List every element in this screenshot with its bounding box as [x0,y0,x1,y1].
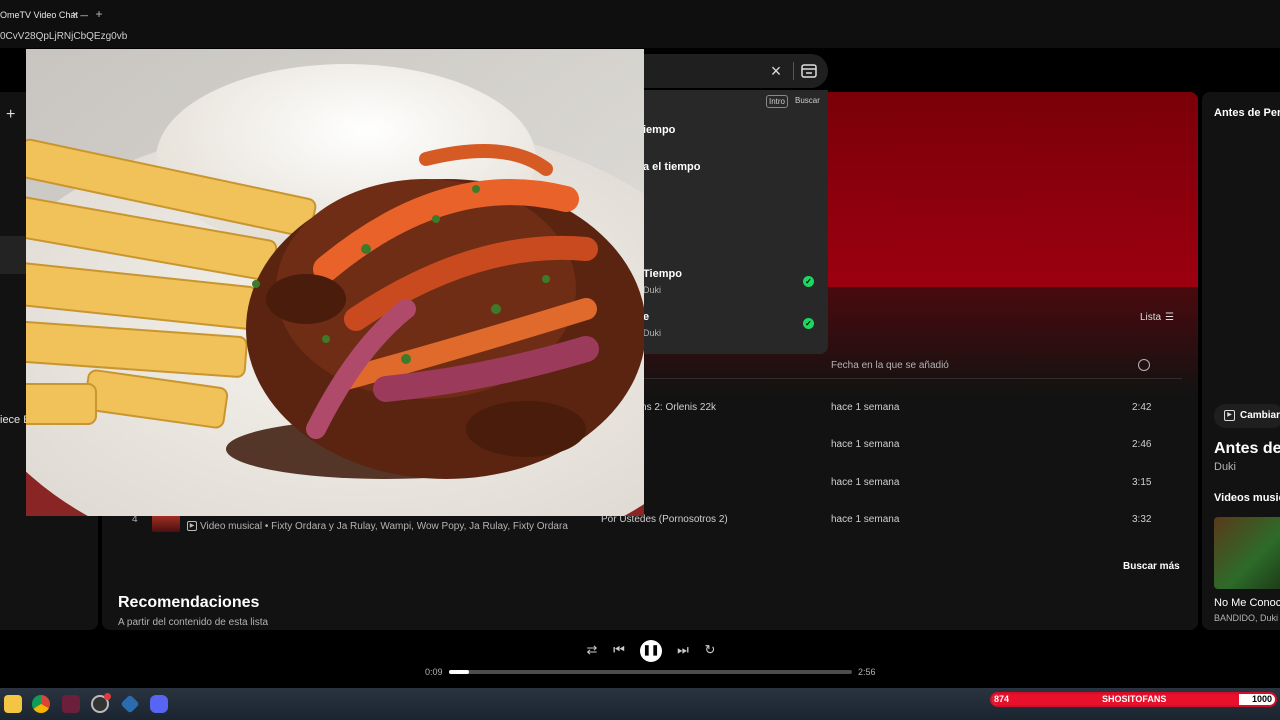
track-duration: 3:32 [1132,514,1152,525]
track-artists[interactable]: Video musical • Fixty Ordara y Ja Rulay,… [200,521,568,532]
search-result[interactable]: a el tiempo [643,161,700,173]
browse-icon[interactable] [800,62,818,80]
search-result-artist[interactable]: Duki [643,285,661,295]
track-duration: 2:42 [1132,402,1152,413]
player-bar [0,630,1280,688]
panel-title: Antes de Perd [1214,107,1280,119]
tab-close-icon[interactable]: × [72,4,78,26]
discord-icon[interactable] [150,695,168,713]
video-icon: ▶ [187,521,197,531]
switch-label[interactable]: Cambiar a [1240,410,1280,421]
video-title[interactable]: No Me Conoce [1214,597,1280,609]
track-duration: 2:46 [1132,439,1152,450]
search-result[interactable]: iempo [643,124,675,136]
video-artists[interactable]: BANDIDO, Duki [1214,613,1278,623]
track-date: hace 1 semana [831,514,900,525]
chrome-icon[interactable] [32,695,50,713]
current-time: 0:09 [425,667,443,677]
view-mode-button[interactable]: Lista [1140,312,1161,323]
previous-icon[interactable]: ⏮ [611,642,627,658]
goal-current: 874 [994,694,1010,704]
app-icon[interactable] [62,695,80,713]
recommendations-title: Recomendaciones [118,594,260,611]
video-icon[interactable]: ▶ [1224,410,1235,421]
search-result-artist[interactable]: Duki [643,328,661,338]
new-tab-button[interactable]: + [92,7,106,21]
goal-target: 1000 [1252,694,1273,704]
address-text[interactable]: 0CvV28QpLjRNjCbQEzg0vb [0,31,127,42]
find-more-button[interactable]: Buscar más [1123,561,1180,572]
repeat-icon[interactable]: ↻ [702,642,718,658]
track-date: hace 1 semana [831,477,900,488]
search-hint-label: Buscar [795,96,820,105]
close-icon[interactable]: × [766,61,786,81]
recommendations-subtitle: A partir del contenido de esta lista [118,617,269,628]
music-videos-heading: Videos musica [1214,492,1280,504]
next-icon[interactable]: ⏭ [675,642,691,658]
column-date-added[interactable]: Fecha en la que se añadió [831,360,949,371]
address-bar[interactable] [0,30,1280,48]
video-label: Video musical • [200,521,269,532]
check-icon[interactable]: ✓ [803,276,814,287]
total-time: 2:56 [858,667,876,677]
browser-tab-bar [0,0,1280,30]
track-duration: 3:15 [1132,477,1152,488]
video-thumbnail[interactable] [1214,517,1280,589]
list-icon[interactable]: ☰ [1165,312,1174,323]
add-icon[interactable]: + [6,106,15,124]
clock-icon [1138,359,1150,371]
shuffle-icon[interactable]: ⇄ [584,642,600,658]
search-input[interactable] [620,54,828,88]
goal-label: SHOSITOFANS [1102,694,1167,704]
food-photo-overlay [26,49,644,516]
divider [793,62,794,80]
track-date: hace 1 semana [831,439,900,450]
folder-icon[interactable] [4,695,22,713]
artist-names[interactable]: Fixty Ordara y Ja Rulay, Wampi, Wow Popy… [271,521,568,532]
check-icon[interactable]: ✓ [803,318,814,329]
progress-bar[interactable] [449,670,852,674]
progress-fill [449,670,470,674]
track-date: hace 1 semana [831,402,900,413]
now-playing-title[interactable]: Antes de [1214,440,1280,458]
now-playing-artist[interactable]: Duki [1214,461,1236,473]
search-result[interactable]: Tiempo [643,268,682,280]
pause-button[interactable]: ❚❚ [640,640,662,662]
enter-key-hint: Intro [766,95,789,108]
notification-dot [104,693,111,700]
